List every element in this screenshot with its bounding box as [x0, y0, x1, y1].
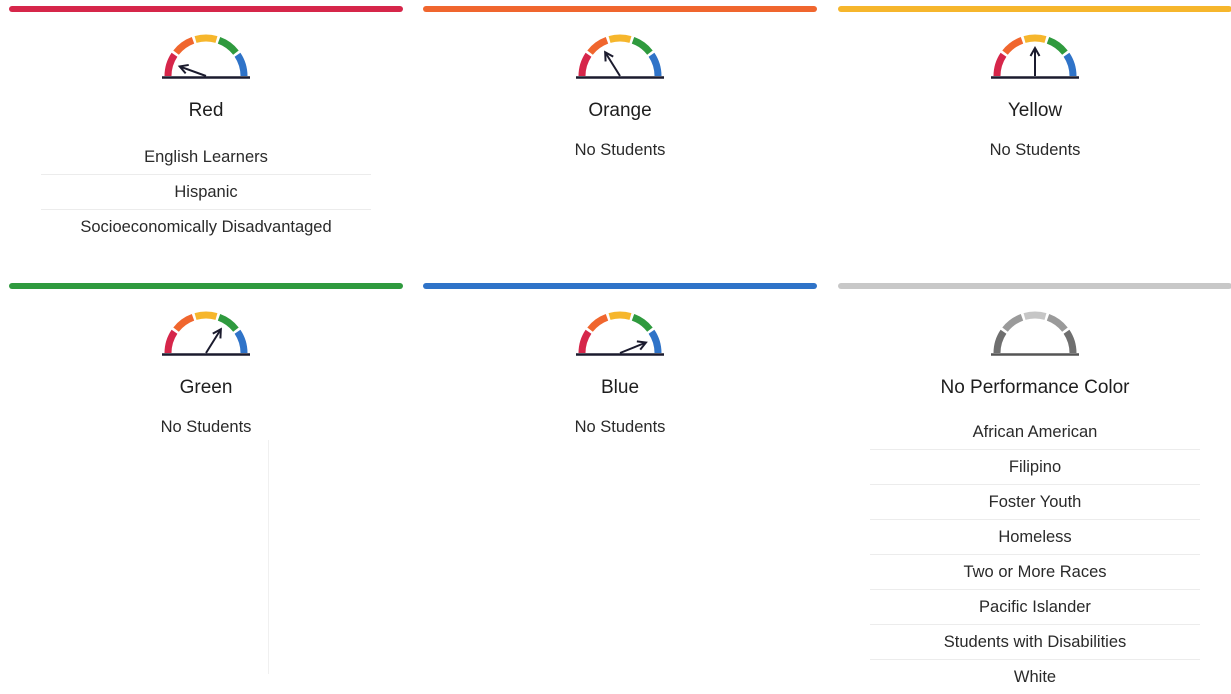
gauge-segment-blue	[1063, 52, 1077, 77]
student-group-item: African American	[870, 415, 1200, 450]
gauge-segment-green	[1046, 37, 1068, 55]
student-group-item: Socioeconomically Disadvantaged	[80, 218, 332, 236]
gauge-segment-orange	[173, 314, 195, 332]
card-title: No Performance Color	[940, 377, 1130, 398]
gauge-segment-green	[1046, 314, 1068, 332]
card-color-bar	[9, 6, 403, 12]
student-group-list: African American Filipino Foster Youth H…	[838, 415, 1231, 694]
divider	[268, 440, 269, 674]
gauge-segment-blue	[648, 329, 662, 354]
gauge-segment-orange	[173, 37, 195, 55]
card-green: Green No Students	[9, 283, 403, 437]
student-group-item: English Learners	[41, 140, 371, 175]
student-group-item: Filipino	[870, 450, 1200, 485]
gauge-segment-yellow	[608, 34, 632, 43]
gauge-segment-red	[578, 329, 592, 354]
card-title: Orange	[588, 100, 652, 121]
card-color-bar	[838, 283, 1231, 289]
card-color-bar	[9, 283, 403, 289]
gauge-icon	[162, 34, 250, 79]
card-orange: Orange No Students	[423, 6, 817, 160]
card-color-bar	[423, 283, 817, 289]
student-group-item: Pacific Islander	[870, 590, 1200, 625]
card-title: Yellow	[1007, 100, 1063, 121]
gauge-icon	[576, 34, 664, 79]
no-students-text: No Students	[160, 418, 252, 436]
card-title: Green	[179, 377, 233, 398]
gauge-icon	[162, 311, 250, 356]
student-group-item: Students with Disabilities	[870, 625, 1200, 660]
gauge-segment-yellow	[194, 34, 218, 43]
no-students-text: No Students	[989, 141, 1081, 159]
card-red: Red English Learners Hispanic Socioecono…	[9, 6, 403, 244]
gauge-segment-blue	[234, 52, 248, 77]
gauge-icon	[991, 34, 1079, 79]
gauge-icon	[576, 311, 664, 356]
gauge-segment-red	[993, 52, 1007, 77]
gauge-segment-orange	[1002, 314, 1024, 332]
card-title: Red	[188, 100, 224, 121]
gauge-segment-red	[578, 52, 592, 77]
gauge-segment-orange	[587, 314, 609, 332]
no-students-text: No Students	[574, 418, 666, 436]
gauge-segment-red	[164, 52, 178, 77]
gauge-segment-green	[631, 37, 653, 55]
card-color-bar	[838, 6, 1231, 12]
card-color-bar	[423, 6, 817, 12]
gauge-segment-red	[164, 329, 178, 354]
card-blue: Blue No Students	[423, 283, 817, 437]
gauge-segment-yellow	[1023, 311, 1047, 320]
gauge-segment-yellow	[608, 311, 632, 320]
gauge-segment-blue	[648, 52, 662, 77]
gauge-segment-red	[993, 329, 1007, 354]
student-group-list: English Learners Hispanic Socioeconomica…	[9, 140, 403, 244]
card-no-performance-color: No Performance Color African American Fi…	[838, 283, 1231, 694]
gauge-segment-blue	[1063, 329, 1077, 354]
student-group-item: White	[1013, 668, 1057, 686]
no-students-text: No Students	[574, 141, 666, 159]
gauge-segment-yellow	[1023, 34, 1047, 43]
gauge-segment-green	[217, 37, 239, 55]
student-group-item: Foster Youth	[870, 485, 1200, 520]
student-group-item: Homeless	[870, 520, 1200, 555]
gauge-icon	[991, 311, 1079, 356]
student-group-item: Hispanic	[41, 175, 371, 210]
gauge-segment-blue	[234, 329, 248, 354]
gauge-segment-green	[631, 314, 653, 332]
card-title: Blue	[600, 377, 640, 398]
student-group-item: Two or More Races	[870, 555, 1200, 590]
card-yellow: Yellow No Students	[838, 6, 1231, 160]
gauge-segment-orange	[1002, 37, 1024, 55]
gauge-segment-yellow	[194, 311, 218, 320]
